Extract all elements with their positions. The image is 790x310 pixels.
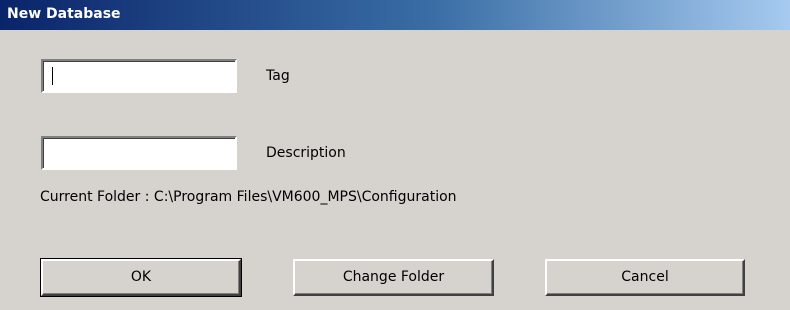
cancel-button[interactable]: Cancel <box>545 259 745 296</box>
description-label: Description <box>266 145 346 161</box>
new-database-dialog: New Database Tag Description Current Fol… <box>0 0 790 310</box>
change-folder-button[interactable]: Change Folder <box>293 259 494 296</box>
tag-label: Tag <box>266 68 290 84</box>
dialog-content: Tag Description Current Folder : C:\Prog… <box>0 30 790 310</box>
ok-button[interactable]: OK <box>40 258 242 297</box>
title-bar[interactable]: New Database <box>0 0 790 30</box>
tag-input[interactable] <box>41 59 237 93</box>
current-folder-text: Current Folder : C:\Program Files\VM600_… <box>40 189 457 205</box>
window-title: New Database <box>7 6 121 22</box>
description-input[interactable] <box>41 136 237 170</box>
